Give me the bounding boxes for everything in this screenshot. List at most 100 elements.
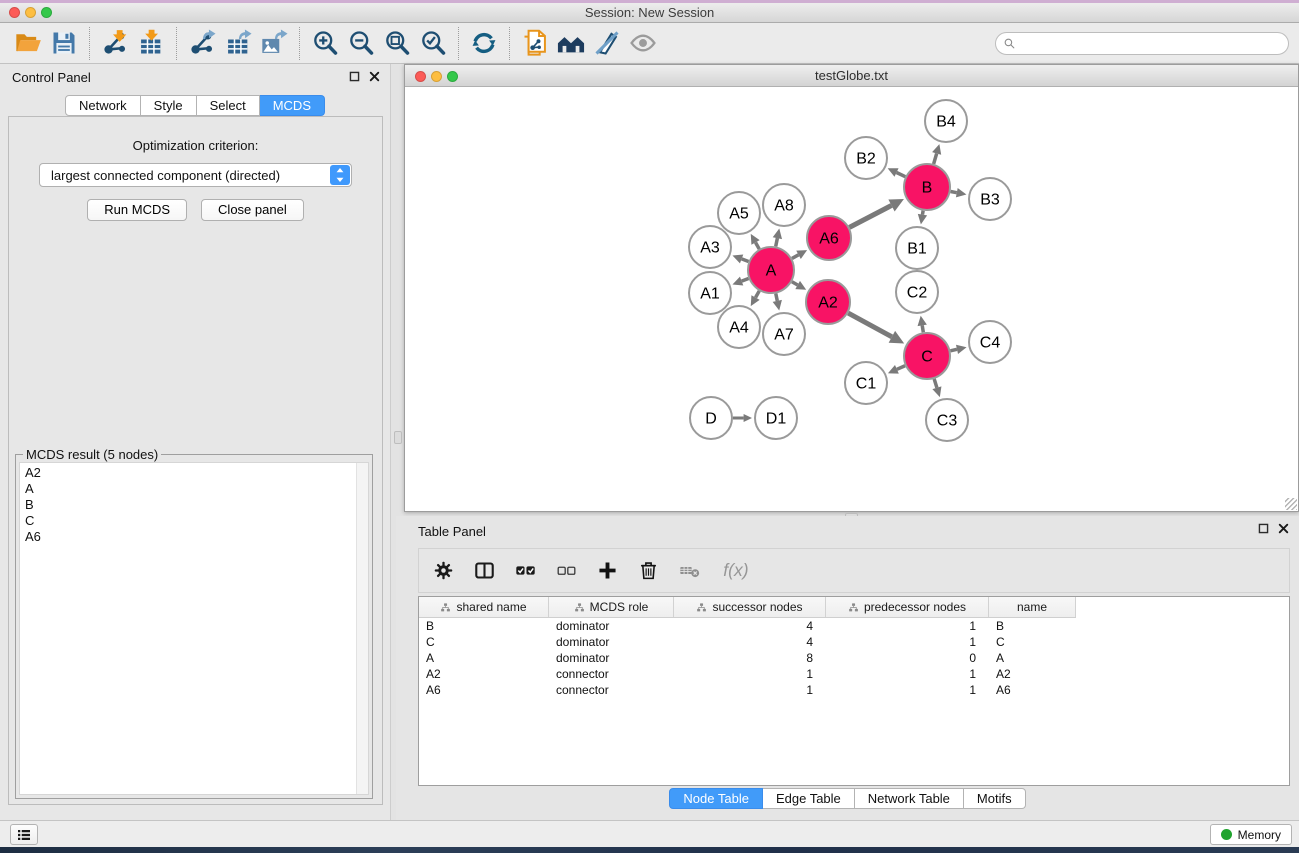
close-network-button[interactable]: [415, 71, 426, 82]
cell-name[interactable]: A2: [989, 666, 1076, 682]
export-image-button[interactable]: [256, 26, 292, 60]
float-panel-icon[interactable]: [1257, 522, 1270, 535]
open-session-button[interactable]: [10, 26, 46, 60]
table-row[interactable]: A6connector11A6: [419, 682, 1289, 698]
tab-network-table[interactable]: Network Table: [855, 788, 964, 809]
export-network-button[interactable]: [184, 26, 220, 60]
edge-C-C4[interactable]: [950, 345, 966, 354]
edge-A-A4[interactable]: [751, 291, 760, 306]
cell-successor-nodes[interactable]: 8: [674, 650, 826, 666]
network-window[interactable]: testGlobe.txt ABCA2A6A1A3A4A5A7A8B1B2B3B…: [404, 64, 1299, 512]
edge-C-C3[interactable]: [932, 379, 941, 397]
column-header-shared-name[interactable]: shared name: [419, 597, 549, 617]
close-panel-button[interactable]: Close panel: [201, 199, 304, 221]
import-network-button[interactable]: [97, 26, 133, 60]
mcds-result-item[interactable]: C: [25, 513, 368, 529]
cell-MCDS-role[interactable]: connector: [549, 682, 674, 698]
node-C1[interactable]: C1: [845, 362, 887, 404]
tab-edge-table[interactable]: Edge Table: [763, 788, 855, 809]
cell-name[interactable]: B: [989, 618, 1076, 634]
edge-B-B2[interactable]: [888, 168, 906, 177]
node-B4[interactable]: B4: [925, 100, 967, 142]
edge-A-A5[interactable]: [751, 234, 760, 249]
import-table-button[interactable]: [133, 26, 169, 60]
column-header-successor-nodes[interactable]: successor nodes: [674, 597, 826, 617]
tab-motifs[interactable]: Motifs: [964, 788, 1026, 809]
float-panel-icon[interactable]: [348, 70, 361, 83]
zoom-in-button[interactable]: [307, 26, 343, 60]
cell-successor-nodes[interactable]: 4: [674, 618, 826, 634]
houses-button[interactable]: [553, 26, 589, 60]
cell-name[interactable]: A: [989, 650, 1076, 666]
run-mcds-button[interactable]: Run MCDS: [87, 199, 187, 221]
table-row[interactable]: A2connector11A2: [419, 666, 1289, 682]
minimize-network-button[interactable]: [431, 71, 442, 82]
edge-A-A7[interactable]: [773, 294, 782, 311]
edge-A6-B[interactable]: [849, 199, 904, 227]
node-A[interactable]: A: [748, 247, 794, 293]
node-A5[interactable]: A5: [718, 192, 760, 234]
delete-button[interactable]: [638, 560, 659, 581]
search-input[interactable]: [1020, 36, 1281, 51]
search-field[interactable]: [995, 32, 1289, 55]
hide-graphics-details-button[interactable]: [589, 26, 625, 60]
cell-MCDS-role[interactable]: dominator: [549, 618, 674, 634]
tab-node-table[interactable]: Node Table: [669, 788, 763, 809]
cell-predecessor-nodes[interactable]: 1: [826, 618, 989, 634]
edge-B-B1[interactable]: [918, 211, 927, 225]
node-A2[interactable]: A2: [806, 280, 850, 324]
close-panel-icon[interactable]: [368, 70, 381, 83]
add-column-button[interactable]: [597, 560, 618, 581]
close-window-button[interactable]: [9, 7, 20, 18]
cell-shared-name[interactable]: A6: [419, 682, 549, 698]
edge-C-C1[interactable]: [888, 365, 905, 374]
zoom-out-button[interactable]: [343, 26, 379, 60]
deselect-all-button[interactable]: [556, 560, 577, 581]
node-B[interactable]: B: [904, 164, 950, 210]
edge-C-C2[interactable]: [918, 316, 927, 333]
node-C4[interactable]: C4: [969, 321, 1011, 363]
node-B1[interactable]: B1: [896, 227, 938, 269]
scrollbar-track[interactable]: [356, 463, 368, 794]
edge-B-B3[interactable]: [951, 188, 967, 197]
network-from-selection-button[interactable]: [517, 26, 553, 60]
node-B3[interactable]: B3: [969, 178, 1011, 220]
node-C3[interactable]: C3: [926, 399, 968, 441]
close-panel-icon[interactable]: [1277, 522, 1290, 535]
export-table-button[interactable]: [220, 26, 256, 60]
select-all-button[interactable]: [515, 560, 536, 581]
cell-successor-nodes[interactable]: 1: [674, 666, 826, 682]
cell-predecessor-nodes[interactable]: 1: [826, 634, 989, 650]
memory-button[interactable]: Memory: [1210, 824, 1292, 845]
node-D1[interactable]: D1: [755, 397, 797, 439]
edge-A-A1[interactable]: [732, 277, 748, 286]
edge-A2-C[interactable]: [848, 313, 904, 344]
cell-successor-nodes[interactable]: 4: [674, 634, 826, 650]
function-button[interactable]: f(x): [720, 560, 758, 581]
refresh-button[interactable]: [466, 26, 502, 60]
zoom-selected-button[interactable]: [415, 26, 451, 60]
tab-mcds[interactable]: MCDS: [260, 95, 325, 116]
network-canvas[interactable]: ABCA2A6A1A3A4A5A7A8B1B2B3B4C1C2C3C4DD1: [405, 88, 1298, 511]
mcds-result-item[interactable]: B: [25, 497, 368, 513]
cell-predecessor-nodes[interactable]: 1: [826, 682, 989, 698]
task-history-button[interactable]: [10, 824, 38, 845]
zoom-fit-button[interactable]: [379, 26, 415, 60]
network-graph[interactable]: ABCA2A6A1A3A4A5A7A8B1B2B3B4C1C2C3C4DD1: [405, 88, 1298, 511]
cell-shared-name[interactable]: A: [419, 650, 549, 666]
cell-name[interactable]: A6: [989, 682, 1076, 698]
node-A7[interactable]: A7: [763, 313, 805, 355]
cell-MCDS-role[interactable]: dominator: [549, 650, 674, 666]
cell-MCDS-role[interactable]: dominator: [549, 634, 674, 650]
table-row[interactable]: Adominator80A: [419, 650, 1289, 666]
mcds-result-item[interactable]: A: [25, 481, 368, 497]
node-A3[interactable]: A3: [689, 226, 731, 268]
column-header-MCDS-role[interactable]: MCDS role: [549, 597, 674, 617]
edge-A-A2[interactable]: [792, 281, 806, 290]
resize-handle[interactable]: [1285, 498, 1297, 510]
cell-shared-name[interactable]: C: [419, 634, 549, 650]
edge-A-A6[interactable]: [792, 250, 807, 259]
tab-network[interactable]: Network: [65, 95, 141, 116]
criterion-dropdown[interactable]: largest connected component (directed): [39, 163, 352, 187]
edge-B-B4[interactable]: [932, 144, 941, 164]
